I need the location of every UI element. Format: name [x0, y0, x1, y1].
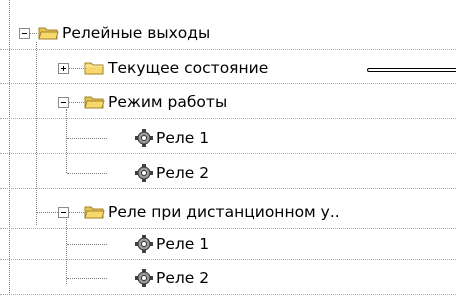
- tree-row-remote-relay[interactable]: Реле при дистанционном у..: [0, 195, 456, 229]
- tree-connector: [67, 138, 107, 139]
- folder-open-icon: [84, 206, 105, 219]
- tree-connector: [67, 244, 107, 245]
- tree-row-current-state[interactable]: Текущее состояние: [0, 50, 456, 84]
- tree-row-operating-mode[interactable]: Режим работы: [0, 85, 456, 119]
- settings-tree: Релейные выходы Текущее состояние Режим …: [0, 0, 456, 295]
- tree-label: Текущее состояние: [108, 59, 269, 77]
- tree-label: Реле 2: [156, 269, 210, 287]
- tree-connector: [67, 68, 84, 69]
- tree-row-mode-relay-2[interactable]: Реле 2: [0, 155, 456, 189]
- collapse-icon[interactable]: [58, 207, 69, 218]
- tree-connector: [29, 33, 37, 34]
- folder-open-icon: [38, 27, 59, 40]
- tree-row-relay-outputs[interactable]: Релейные выходы: [0, 16, 456, 50]
- tree-label: Реле при дистанционном у..: [108, 203, 340, 221]
- tree-connector: [67, 102, 84, 103]
- relay-gear-icon: [135, 164, 153, 182]
- collapse-icon[interactable]: [58, 97, 69, 108]
- tree-row-mode-relay-1[interactable]: Реле 1: [0, 120, 456, 154]
- callout-pointer: [367, 68, 456, 72]
- tree-row-remote-relay-1[interactable]: Реле 1: [0, 226, 456, 260]
- collapse-icon[interactable]: [19, 28, 30, 39]
- folder-open-icon: [84, 96, 105, 109]
- tree-connector: [67, 278, 107, 279]
- tree-label: Режим работы: [108, 93, 228, 111]
- tree-connector: [67, 173, 107, 174]
- tree-label: Реле 2: [156, 164, 210, 182]
- relay-gear-icon: [135, 129, 153, 147]
- tree-label: Реле 1: [156, 235, 210, 253]
- tree-label: Реле 1: [156, 129, 210, 147]
- tree-label: Релейные выходы: [62, 24, 211, 42]
- tree-row-remote-relay-2[interactable]: Реле 2: [0, 260, 456, 295]
- relay-gear-icon: [135, 269, 153, 287]
- expand-icon[interactable]: [58, 63, 69, 74]
- folder-closed-icon: [84, 62, 104, 75]
- relay-gear-icon: [135, 235, 153, 253]
